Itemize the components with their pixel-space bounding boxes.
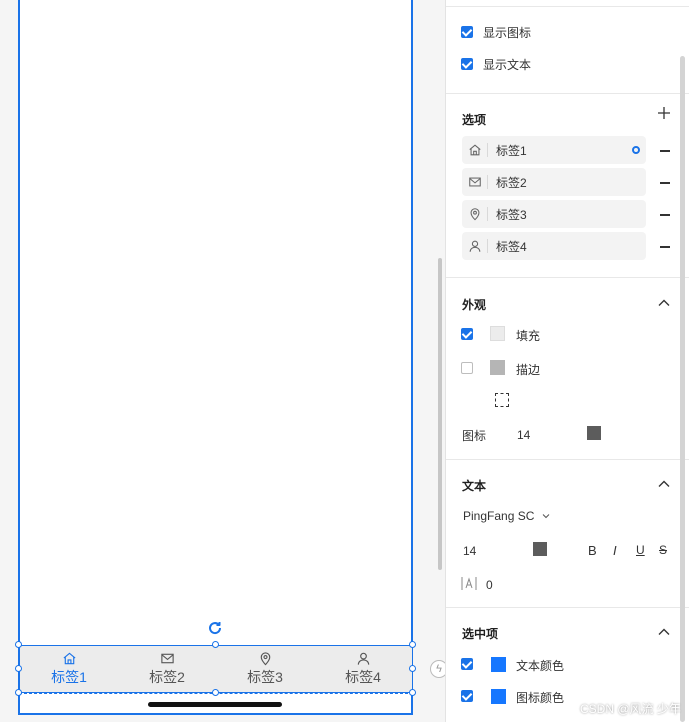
tab-bar[interactable]: 标签1 标签2 标签3 标签4	[19, 645, 413, 693]
option-label[interactable]: 标签3	[488, 206, 527, 223]
tab-label: 标签2	[149, 669, 185, 685]
border-style-icon[interactable]	[495, 393, 509, 407]
refresh-icon[interactable]	[206, 620, 224, 638]
tab-item-2[interactable]: 标签2	[118, 646, 216, 692]
user-icon	[357, 652, 369, 665]
home-indicator	[148, 702, 282, 707]
italic-button[interactable]: I	[613, 543, 617, 558]
resize-handle[interactable]	[15, 689, 22, 696]
add-icon[interactable]	[657, 106, 671, 120]
icon-size-value[interactable]: 14	[517, 428, 530, 442]
location-icon	[470, 208, 479, 221]
location-icon	[260, 652, 270, 666]
text-section: 文本 PingFang SC 14 B I U S 0	[446, 460, 689, 608]
resize-handle[interactable]	[212, 641, 219, 648]
fill-checkbox[interactable]	[461, 328, 473, 340]
resize-handle[interactable]	[409, 641, 416, 648]
resize-handle[interactable]	[212, 689, 219, 696]
show-icon-label: 显示图标	[483, 26, 532, 40]
show-text-checkbox[interactable]	[461, 58, 473, 70]
bold-button[interactable]: B	[588, 543, 597, 558]
option-item-4[interactable]: 标签4	[462, 232, 646, 260]
resize-handle[interactable]	[409, 689, 416, 696]
resize-handle[interactable]	[409, 665, 416, 672]
option-label[interactable]: 标签4	[488, 238, 527, 255]
icon-label: 图标	[462, 429, 487, 443]
icon-color-swatch[interactable]	[587, 426, 601, 440]
default-selected-indicator[interactable]	[632, 146, 640, 154]
show-text-label: 显示文本	[483, 58, 532, 72]
option-item-3[interactable]: 标签3	[462, 200, 646, 228]
selected-icon-color-swatch[interactable]	[491, 689, 506, 704]
icon-color-checkbox[interactable]	[461, 690, 473, 702]
letter-spacing-icon	[461, 577, 477, 590]
option-label[interactable]: 标签1	[488, 142, 527, 159]
tab-label: 标签1	[51, 669, 87, 685]
tab-item-1[interactable]: 标签1	[20, 646, 118, 692]
design-canvas[interactable]: 标签1 标签2 标签3 标签4 ϟ	[0, 0, 448, 722]
show-icon-checkbox[interactable]	[461, 26, 473, 38]
stroke-label: 描边	[516, 363, 541, 377]
strikethrough-button[interactable]: S	[659, 543, 667, 557]
text-color-checkbox[interactable]	[461, 658, 473, 670]
user-icon	[469, 240, 480, 252]
display-section: 显示图标 显示文本	[446, 6, 689, 94]
stroke-checkbox[interactable]	[461, 362, 473, 374]
chevron-up-icon[interactable]	[657, 477, 671, 491]
home-icon	[63, 652, 75, 665]
chevron-up-icon[interactable]	[657, 296, 671, 310]
panel-scrollbar[interactable]	[680, 56, 685, 722]
appearance-section: 外观 填充 描边 图标 14	[446, 278, 689, 460]
canvas-scrollbar[interactable]	[438, 258, 442, 570]
text-color-label: 文本颜色	[516, 659, 565, 673]
text-color-swatch[interactable]	[533, 542, 547, 556]
selected-item-title: 选中项	[462, 627, 499, 641]
resize-handle[interactable]	[15, 641, 22, 648]
option-item-2[interactable]: 标签2	[462, 168, 646, 196]
tab-label: 标签4	[345, 669, 381, 685]
appearance-title: 外观	[462, 298, 487, 312]
resize-handle[interactable]	[15, 665, 22, 672]
icon-color-label: 图标颜色	[516, 691, 565, 705]
chevron-down-icon[interactable]	[542, 512, 550, 520]
remove-option-button[interactable]	[660, 246, 670, 248]
tab-label: 标签3	[247, 669, 283, 685]
chevron-up-icon[interactable]	[657, 625, 671, 639]
remove-option-button[interactable]	[660, 150, 670, 152]
tab-item-3[interactable]: 标签3	[216, 646, 314, 692]
mail-icon	[468, 177, 481, 187]
letter-spacing-value[interactable]: 0	[486, 578, 493, 592]
text-title: 文本	[462, 479, 487, 493]
option-item-1[interactable]: 标签1	[462, 136, 646, 164]
home-icon	[468, 144, 481, 156]
tab-item-4[interactable]: 标签4	[314, 646, 412, 692]
selected-text-color-swatch[interactable]	[491, 657, 506, 672]
font-size-value[interactable]: 14	[463, 544, 476, 558]
watermark: CSDN @风流 少年	[580, 702, 681, 716]
remove-option-button[interactable]	[660, 182, 670, 184]
phone-frame[interactable]	[18, 0, 413, 715]
option-label[interactable]: 标签2	[488, 174, 527, 191]
mail-icon	[160, 653, 174, 664]
stroke-color-swatch[interactable]	[490, 360, 505, 375]
underline-button[interactable]: U	[636, 543, 645, 557]
fill-color-swatch[interactable]	[490, 326, 505, 341]
font-family-select[interactable]: PingFang SC	[463, 509, 534, 523]
options-section: 选项 标签1 标签2 标签3 标签4	[446, 94, 689, 278]
fill-label: 填充	[516, 329, 541, 343]
properties-panel: 显示图标 显示文本 选项 标签1 标签2 标签3 标签4 外观 填充 描边 图标…	[445, 0, 689, 722]
remove-option-button[interactable]	[660, 214, 670, 216]
options-title: 选项	[462, 113, 487, 127]
